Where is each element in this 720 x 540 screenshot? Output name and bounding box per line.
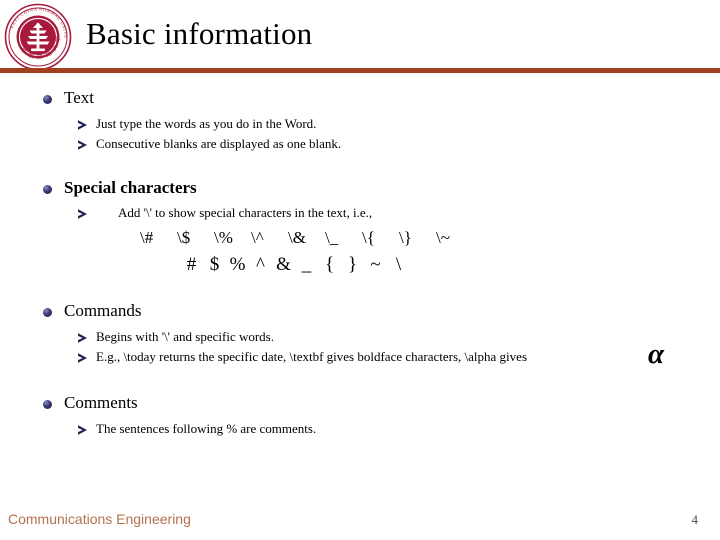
- list-item-label: E.g., \today returns the specific date, …: [96, 349, 527, 364]
- bullet-sphere-icon: [43, 400, 52, 409]
- escaped-char-cell: \$: [177, 228, 191, 247]
- alpha-symbol: α: [648, 338, 665, 370]
- rendered-special-characters-row: # $ % ^ & _ { } ~ \: [180, 254, 410, 276]
- escaped-char-cell: \~: [436, 228, 450, 247]
- arrow-bullet-icon: [77, 423, 88, 437]
- list-item-label: Just type the words as you do in the Wor…: [96, 116, 317, 131]
- bullet-sphere-icon: [43, 185, 52, 194]
- slide-header: EAST CHINA NORMAL UNIVERSITY 华 东 师 范 大 学…: [0, 0, 720, 73]
- arrow-bullet-icon: [77, 138, 88, 152]
- escaped-special-characters-row: \# \$ \% \^ \& \_ \{ \} \~: [140, 228, 473, 248]
- list-item: Consecutive blanks are displayed as one …: [77, 135, 341, 152]
- rendered-char-cell: %: [229, 254, 246, 275]
- slide-body: Text Just type the words as you do in th…: [0, 72, 720, 492]
- page-title: Basic information: [86, 16, 313, 51]
- section-heading-special-characters: Special characters: [42, 177, 197, 199]
- rendered-char-cell: &: [276, 254, 291, 275]
- arrow-bullet-icon: [77, 118, 88, 132]
- escaped-char-cell: \_: [325, 228, 339, 247]
- rendered-char-cell: ~: [370, 254, 381, 275]
- footer-label: Communications Engineering: [8, 511, 191, 527]
- slide-footer: Communications Engineering 4: [0, 492, 720, 540]
- escaped-char-cell: \{: [362, 228, 375, 247]
- list-item-label: Add '\' to show special characters in th…: [118, 205, 373, 220]
- escaped-char-cell: \%: [214, 228, 233, 247]
- section-heading-comments: Comments: [42, 392, 138, 414]
- rendered-char-cell: $: [209, 254, 220, 275]
- list-item: The sentences following % are comments.: [77, 420, 316, 437]
- rendered-char-cell: }: [347, 254, 358, 275]
- rendered-char-cell: ^: [256, 254, 265, 275]
- section-heading-text: Text: [42, 87, 94, 109]
- list-item-label: The sentences following % are comments.: [96, 421, 317, 436]
- escaped-char-cell: \&: [288, 228, 306, 247]
- university-logo: EAST CHINA NORMAL UNIVERSITY 华 东 师 范 大 学: [4, 3, 72, 71]
- list-item: Add '\' to show special characters in th…: [77, 204, 372, 221]
- arrow-bullet-icon: [77, 351, 88, 365]
- arrow-bullet-icon: [77, 207, 88, 221]
- rendered-char-cell: #: [186, 254, 197, 275]
- list-item: Just type the words as you do in the Wor…: [77, 115, 316, 132]
- rendered-char-cell: {: [324, 254, 335, 275]
- section-heading-label: Special characters: [64, 178, 197, 197]
- escaped-char-cell: \}: [399, 228, 412, 247]
- list-item: E.g., \today returns the specific date, …: [77, 348, 527, 365]
- rendered-char-cell: \: [395, 254, 402, 275]
- bullet-sphere-icon: [43, 95, 52, 104]
- section-heading-commands: Commands: [42, 300, 141, 322]
- section-heading-label: Comments: [64, 393, 138, 412]
- escaped-char-cell: \^: [251, 228, 264, 247]
- escaped-char-cell: \#: [140, 228, 154, 247]
- rendered-char-cell: _: [301, 254, 312, 275]
- bullet-sphere-icon: [43, 308, 52, 317]
- list-item-label: Begins with '\' and specific words.: [96, 329, 274, 344]
- section-heading-label: Text: [64, 88, 94, 107]
- list-item: Begins with '\' and specific words.: [77, 328, 274, 345]
- list-item-label: Consecutive blanks are displayed as one …: [96, 136, 342, 151]
- page-number: 4: [691, 512, 699, 527]
- arrow-bullet-icon: [77, 331, 88, 345]
- section-heading-label: Commands: [64, 301, 142, 320]
